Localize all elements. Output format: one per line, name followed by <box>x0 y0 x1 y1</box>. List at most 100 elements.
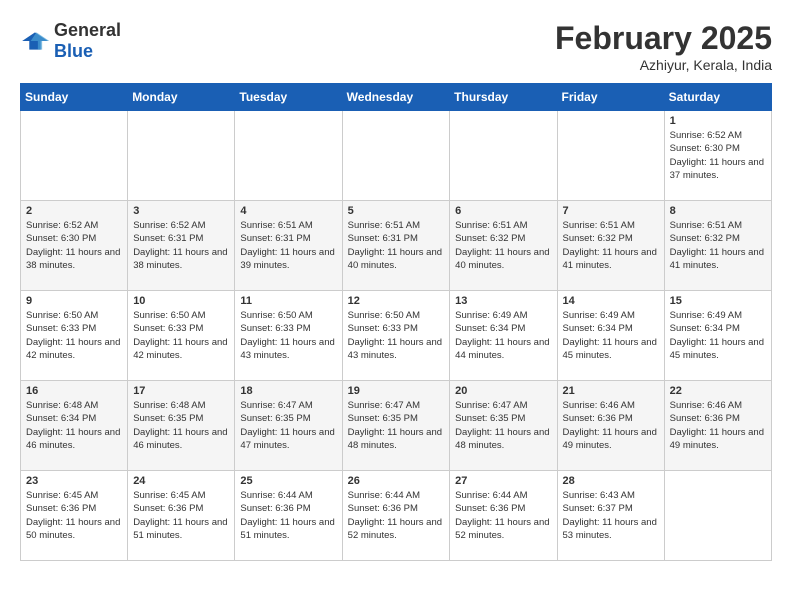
day-content: Sunrise: 6:46 AM Sunset: 6:36 PM Dayligh… <box>670 399 766 452</box>
day-number: 19 <box>348 385 445 397</box>
day-content: Sunrise: 6:52 AM Sunset: 6:30 PM Dayligh… <box>670 129 766 182</box>
calendar-week-2: 2Sunrise: 6:52 AM Sunset: 6:30 PM Daylig… <box>21 201 772 291</box>
table-row: 7 Sunrise: 6:51 AM Sunset: 6:32 PM Daylig… <box>557 201 664 291</box>
table-row <box>235 111 342 201</box>
table-row: 2Sunrise: 6:52 AM Sunset: 6:30 PM Daylig… <box>21 201 128 291</box>
day-number: 11 <box>240 295 336 307</box>
table-row <box>128 111 235 201</box>
day-content: Sunrise: 6:51 AM Sunset: 6:32 PM Dayligh… <box>563 219 659 272</box>
table-row: 5 Sunrise: 6:51 AM Sunset: 6:31 PM Daylig… <box>342 201 450 291</box>
table-row: 11 Sunrise: 6:50 AM Sunset: 6:33 PM Dayli… <box>235 291 342 381</box>
page-header: General Blue February 2025 Azhiyur, Kera… <box>20 20 772 73</box>
day-content: Sunrise: 6:49 AM Sunset: 6:34 PM Dayligh… <box>455 309 551 362</box>
day-number: 27 <box>455 475 551 487</box>
day-number: 2 <box>26 205 122 217</box>
table-row: 14 Sunrise: 6:49 AM Sunset: 6:34 PM Dayli… <box>557 291 664 381</box>
day-content: Sunrise: 6:50 AM Sunset: 6:33 PM Dayligh… <box>133 309 229 362</box>
day-number: 20 <box>455 385 551 397</box>
day-content: Sunrise: 6:46 AM Sunset: 6:36 PM Dayligh… <box>563 399 659 452</box>
day-number: 5 <box>348 205 445 217</box>
day-content: Sunrise: 6:51 AM Sunset: 6:32 PM Dayligh… <box>455 219 551 272</box>
table-row: 8Sunrise: 6:51 AM Sunset: 6:32 PM Daylig… <box>664 201 771 291</box>
table-row <box>342 111 450 201</box>
table-row: 10 Sunrise: 6:50 AM Sunset: 6:33 PM Dayli… <box>128 291 235 381</box>
day-number: 22 <box>670 385 766 397</box>
day-number: 28 <box>563 475 659 487</box>
day-content: Sunrise: 6:51 AM Sunset: 6:32 PM Dayligh… <box>670 219 766 272</box>
day-content: Sunrise: 6:51 AM Sunset: 6:31 PM Dayligh… <box>240 219 336 272</box>
logo-blue: Blue <box>54 41 93 61</box>
table-row: 9 Sunrise: 6:50 AM Sunset: 6:33 PM Daylig… <box>21 291 128 381</box>
logo-general: General <box>54 20 121 40</box>
table-row <box>21 111 128 201</box>
day-number: 4 <box>240 205 336 217</box>
day-number: 12 <box>348 295 445 307</box>
day-number: 13 <box>455 295 551 307</box>
table-row <box>664 471 771 561</box>
day-content: Sunrise: 6:44 AM Sunset: 6:36 PM Dayligh… <box>455 489 551 542</box>
day-number: 15 <box>670 295 766 307</box>
title-section: February 2025 Azhiyur, Kerala, India <box>555 20 772 73</box>
day-content: Sunrise: 6:52 AM Sunset: 6:31 PM Dayligh… <box>133 219 229 272</box>
table-row <box>450 111 557 201</box>
table-row: 16 Sunrise: 6:48 AM Sunset: 6:34 PM Dayli… <box>21 381 128 471</box>
day-content: Sunrise: 6:50 AM Sunset: 6:33 PM Dayligh… <box>26 309 122 362</box>
day-number: 23 <box>26 475 122 487</box>
day-number: 14 <box>563 295 659 307</box>
calendar-week-4: 16 Sunrise: 6:48 AM Sunset: 6:34 PM Dayli… <box>21 381 772 471</box>
table-row: 20 Sunrise: 6:47 AM Sunset: 6:35 PM Dayli… <box>450 381 557 471</box>
day-content: Sunrise: 6:47 AM Sunset: 6:35 PM Dayligh… <box>455 399 551 452</box>
logo-icon <box>20 31 50 51</box>
table-row: 3 Sunrise: 6:52 AM Sunset: 6:31 PM Daylig… <box>128 201 235 291</box>
calendar-week-1: 1Sunrise: 6:52 AM Sunset: 6:30 PM Daylig… <box>21 111 772 201</box>
col-wednesday: Wednesday <box>342 84 450 111</box>
table-row: 21 Sunrise: 6:46 AM Sunset: 6:36 PM Dayli… <box>557 381 664 471</box>
table-row: 25 Sunrise: 6:44 AM Sunset: 6:36 PM Dayli… <box>235 471 342 561</box>
day-content: Sunrise: 6:45 AM Sunset: 6:36 PM Dayligh… <box>26 489 122 542</box>
day-content: Sunrise: 6:48 AM Sunset: 6:34 PM Dayligh… <box>26 399 122 452</box>
table-row: 12Sunrise: 6:50 AM Sunset: 6:33 PM Dayli… <box>342 291 450 381</box>
day-number: 6 <box>455 205 551 217</box>
table-row: 27 Sunrise: 6:44 AM Sunset: 6:36 PM Dayli… <box>450 471 557 561</box>
calendar-week-3: 9 Sunrise: 6:50 AM Sunset: 6:33 PM Daylig… <box>21 291 772 381</box>
table-row: 15 Sunrise: 6:49 AM Sunset: 6:34 PM Dayli… <box>664 291 771 381</box>
day-content: Sunrise: 6:44 AM Sunset: 6:36 PM Dayligh… <box>240 489 336 542</box>
col-friday: Friday <box>557 84 664 111</box>
day-content: Sunrise: 6:43 AM Sunset: 6:37 PM Dayligh… <box>563 489 659 542</box>
day-number: 21 <box>563 385 659 397</box>
day-number: 16 <box>26 385 122 397</box>
col-tuesday: Tuesday <box>235 84 342 111</box>
day-number: 7 <box>563 205 659 217</box>
calendar-week-5: 23 Sunrise: 6:45 AM Sunset: 6:36 PM Dayli… <box>21 471 772 561</box>
table-row <box>557 111 664 201</box>
table-row: 19 Sunrise: 6:47 AM Sunset: 6:35 PM Dayli… <box>342 381 450 471</box>
day-number: 10 <box>133 295 229 307</box>
day-number: 3 <box>133 205 229 217</box>
table-row: 6 Sunrise: 6:51 AM Sunset: 6:32 PM Daylig… <box>450 201 557 291</box>
month-title: February 2025 <box>555 20 772 57</box>
col-thursday: Thursday <box>450 84 557 111</box>
table-row: 18Sunrise: 6:47 AM Sunset: 6:35 PM Dayli… <box>235 381 342 471</box>
calendar-table: Sunday Monday Tuesday Wednesday Thursday… <box>20 83 772 561</box>
day-content: Sunrise: 6:47 AM Sunset: 6:35 PM Dayligh… <box>348 399 445 452</box>
table-row: 17Sunrise: 6:48 AM Sunset: 6:35 PM Dayli… <box>128 381 235 471</box>
day-content: Sunrise: 6:47 AM Sunset: 6:35 PM Dayligh… <box>240 399 336 452</box>
day-content: Sunrise: 6:51 AM Sunset: 6:31 PM Dayligh… <box>348 219 445 272</box>
day-number: 9 <box>26 295 122 307</box>
day-content: Sunrise: 6:45 AM Sunset: 6:36 PM Dayligh… <box>133 489 229 542</box>
col-monday: Monday <box>128 84 235 111</box>
day-content: Sunrise: 6:48 AM Sunset: 6:35 PM Dayligh… <box>133 399 229 452</box>
table-row: 28 Sunrise: 6:43 AM Sunset: 6:37 PM Dayli… <box>557 471 664 561</box>
col-sunday: Sunday <box>21 84 128 111</box>
day-content: Sunrise: 6:50 AM Sunset: 6:33 PM Dayligh… <box>240 309 336 362</box>
day-content: Sunrise: 6:49 AM Sunset: 6:34 PM Dayligh… <box>670 309 766 362</box>
day-content: Sunrise: 6:49 AM Sunset: 6:34 PM Dayligh… <box>563 309 659 362</box>
table-row: 4 Sunrise: 6:51 AM Sunset: 6:31 PM Daylig… <box>235 201 342 291</box>
day-content: Sunrise: 6:44 AM Sunset: 6:36 PM Dayligh… <box>348 489 445 542</box>
table-row: 23 Sunrise: 6:45 AM Sunset: 6:36 PM Dayli… <box>21 471 128 561</box>
day-number: 25 <box>240 475 336 487</box>
location: Azhiyur, Kerala, India <box>555 57 772 73</box>
table-row: 26Sunrise: 6:44 AM Sunset: 6:36 PM Dayli… <box>342 471 450 561</box>
logo: General Blue <box>20 20 121 62</box>
day-number: 24 <box>133 475 229 487</box>
